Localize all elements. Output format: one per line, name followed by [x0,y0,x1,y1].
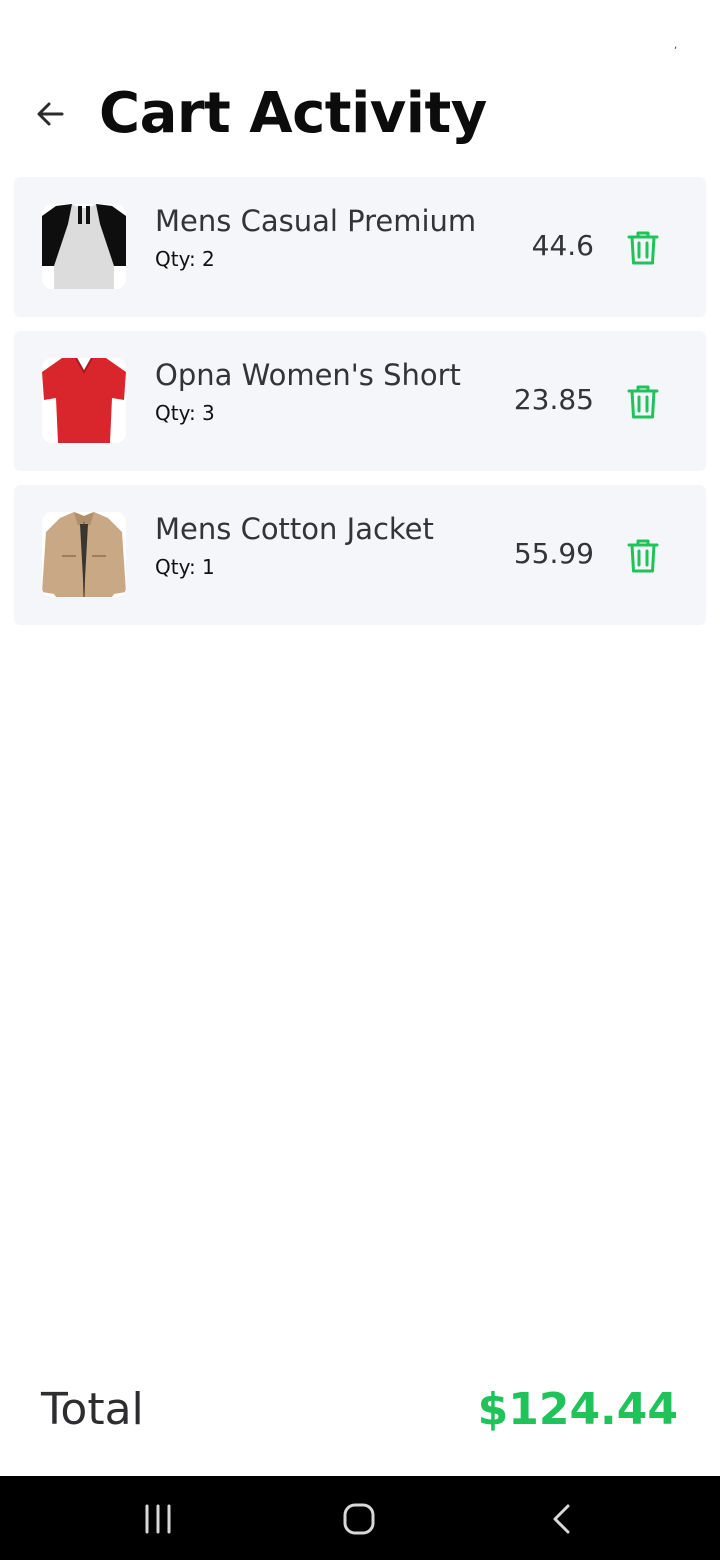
item-title: Opna Women's Short [155,358,461,392]
total-value: $124.44 [477,1384,678,1435]
recents-button[interactable] [142,1502,174,1536]
cart-item[interactable]: Mens Casual Premium Qty: 2 44.6 [14,177,706,317]
home-icon [343,1503,375,1535]
item-price: 55.99 [513,537,594,570]
delete-item-button[interactable] [626,229,660,267]
trash-icon [627,539,659,573]
recents-icon [145,1504,171,1534]
home-button[interactable] [342,1502,376,1536]
item-quantity: Qty: 1 [155,555,215,579]
product-image [42,204,126,289]
trash-icon [627,231,659,265]
delete-item-button[interactable] [626,383,660,421]
delete-item-button[interactable] [626,537,660,575]
item-price: 44.6 [531,229,594,262]
product-image [42,512,126,597]
trash-icon [627,385,659,419]
status-bar-mark: , [674,40,678,51]
item-quantity: Qty: 3 [155,401,215,425]
system-navigation-bar [0,1476,720,1560]
product-image [42,358,126,443]
app-header: Cart Activity [0,78,720,150]
total-label: Total [41,1384,144,1435]
cart-list: Mens Casual Premium Qty: 2 44.6 Opna Wom… [14,177,706,639]
item-price: 23.85 [513,383,594,416]
item-title: Mens Cotton Jacket [155,512,434,546]
back-nav-icon [553,1504,570,1534]
cart-item[interactable]: Opna Women's Short Qty: 3 23.85 [14,331,706,471]
item-title: Mens Casual Premium [155,204,477,238]
cart-item[interactable]: Mens Cotton Jacket Qty: 1 55.99 [14,485,706,625]
back-nav-button[interactable] [548,1502,574,1536]
arrow-left-icon [37,102,64,126]
back-button[interactable] [30,94,70,134]
item-quantity: Qty: 2 [155,247,215,271]
page-title: Cart Activity [99,81,487,146]
